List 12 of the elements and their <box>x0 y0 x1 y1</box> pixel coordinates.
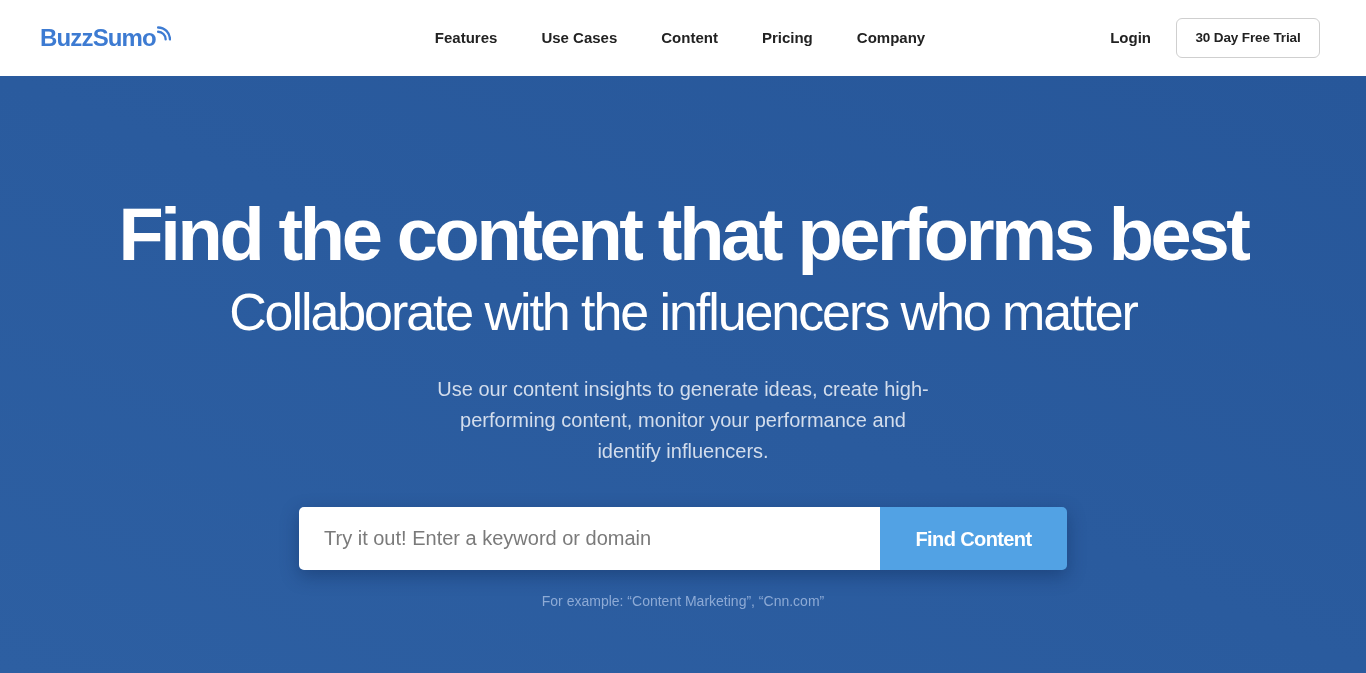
nav-link[interactable]: Features <box>434 26 498 50</box>
hero-subtitle: Collaborate with the influencers who matter <box>229 286 1137 338</box>
nav-link[interactable]: Content <box>661 26 718 50</box>
nav-link[interactable]: Pricing <box>761 26 813 50</box>
search-field[interactable]: Try it out! Enter a keyword or domain <box>299 507 880 570</box>
nav-link[interactable]: Company <box>856 26 926 50</box>
login-link[interactable]: Login <box>1110 26 1151 50</box>
nav-link[interactable]: Use Cases <box>541 26 618 50</box>
search-example-hint: For example: “Content Marketing”, “Cnn.com” <box>541 592 825 611</box>
logo-wordmark[interactable]: BuzzSumo <box>40 26 156 50</box>
hero-description: Use our content insights to generate ideas, create high-performing content, monitor your performance and identify influencers. <box>436 377 930 464</box>
free-trial-button[interactable]: 30 Day Free Trial <box>1176 18 1320 58</box>
